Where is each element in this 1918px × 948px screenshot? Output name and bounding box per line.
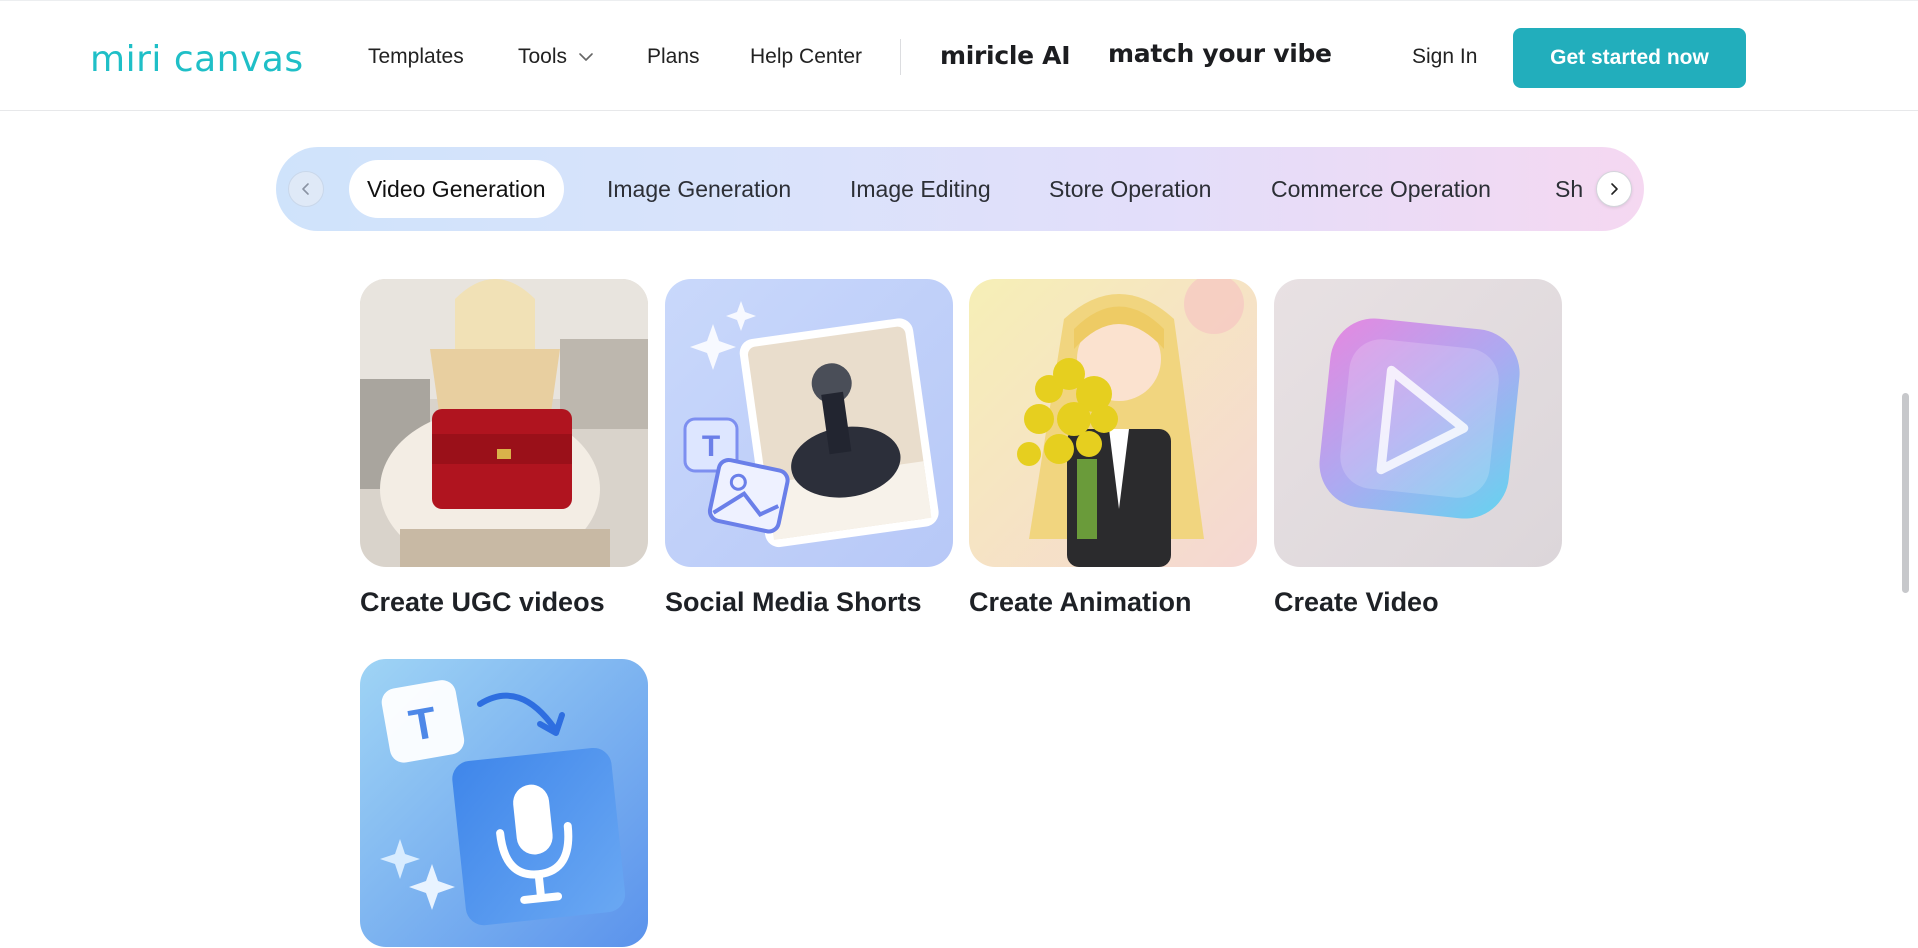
nav-plans[interactable]: Plans (647, 45, 700, 69)
nav-tools[interactable]: Tools (518, 45, 595, 69)
card-text-to-speech[interactable]: T (360, 659, 648, 947)
card-title: Create UGC videos (360, 587, 605, 617)
scroll-left-button[interactable] (288, 171, 324, 207)
chevron-left-icon (302, 183, 309, 195)
text-to-speech-microphone-icon: T (360, 659, 648, 947)
svg-text:T: T (702, 430, 720, 463)
red-handbag-photo (360, 279, 648, 567)
nav-templates[interactable]: Templates (368, 45, 464, 69)
card-title: Create Animation (969, 587, 1192, 617)
chevron-down-icon (579, 53, 593, 61)
tab-image-editing[interactable]: Image Editing (850, 160, 991, 218)
brand-match-your-vibe[interactable]: match your vibe (1108, 39, 1332, 68)
nav-divider (900, 39, 901, 75)
tab-commerce-operation[interactable]: Commerce Operation (1271, 160, 1491, 218)
chevron-right-icon (1611, 183, 1618, 195)
logo[interactable]: miri canvas (90, 39, 304, 80)
nav-tools-label: Tools (518, 45, 568, 68)
tab-image-generation[interactable]: Image Generation (607, 160, 791, 218)
play-button-icon (1274, 279, 1562, 567)
tab-store-operation[interactable]: Store Operation (1049, 160, 1211, 218)
card-create-animation[interactable]: Create Animation (969, 279, 1257, 617)
tab-next-partial[interactable]: Sh (1555, 160, 1583, 218)
card-title: Create Video (1274, 587, 1439, 617)
card-social-media-shorts[interactable]: T Social Media Shorts (665, 279, 953, 617)
sign-in-link[interactable]: Sign In (1412, 45, 1477, 69)
get-started-button[interactable]: Get started now (1513, 28, 1746, 88)
tab-clip: Sh (1555, 160, 1587, 218)
page-scrollbar[interactable] (1902, 393, 1909, 593)
card-create-ugc-videos[interactable]: Create UGC videos (360, 279, 648, 617)
dog-photo-with-text-image-icons: T (665, 279, 953, 567)
card-title: Social Media Shorts (665, 587, 922, 617)
scroll-right-button[interactable] (1596, 171, 1632, 207)
top-navigation: miri canvas Templates Tools Plans Help C… (0, 0, 1918, 111)
tab-video-generation[interactable]: Video Generation (349, 160, 564, 218)
nav-help-center[interactable]: Help Center (750, 45, 862, 69)
brand-miricle-ai[interactable]: miricle AI (940, 41, 1071, 70)
category-tab-bar: Video Generation Image Generation Image … (276, 147, 1644, 231)
anime-girl-flowers (969, 279, 1257, 567)
card-create-video[interactable]: Create Video (1274, 279, 1562, 617)
